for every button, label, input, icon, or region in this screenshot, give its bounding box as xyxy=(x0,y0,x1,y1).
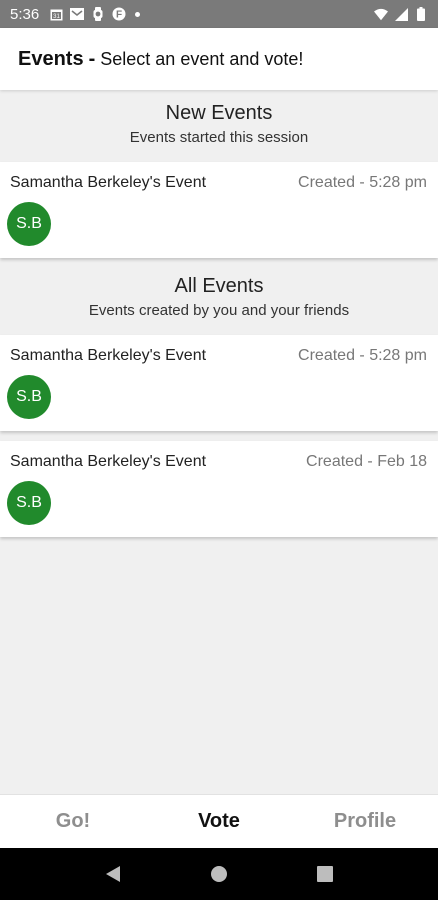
notification-icons: 31 F xyxy=(49,7,141,21)
system-nav-bar xyxy=(0,848,438,900)
creator-avatar: S.B xyxy=(7,375,51,419)
section-subtitle: Events started this session xyxy=(129,129,309,146)
event-created-time: Created - Feb 18 xyxy=(306,453,427,470)
title-separator: - xyxy=(88,47,96,70)
event-card[interactable]: Samantha Berkeley's Event Created - Feb … xyxy=(0,441,438,537)
creator-avatar: S.B xyxy=(7,202,51,246)
battery-icon xyxy=(414,7,428,21)
event-card[interactable]: Samantha Berkeley's Event Created - 5:28… xyxy=(0,335,438,431)
event-created-time: Created - 5:28 pm xyxy=(298,174,427,191)
mail-icon xyxy=(70,7,85,21)
svg-text:31: 31 xyxy=(53,14,60,20)
app-screen: 5:36 31 F Events - Select an event and v… xyxy=(0,0,438,900)
wifi-icon xyxy=(374,7,388,21)
event-name: Samantha Berkeley's Event xyxy=(10,347,207,364)
status-time: 5:36 xyxy=(10,5,40,23)
svg-text:F: F xyxy=(116,10,122,21)
calendar-icon: 31 xyxy=(49,7,63,21)
page-subtitle: Select an event and vote! xyxy=(100,48,304,69)
status-bar: 5:36 31 F xyxy=(0,0,438,28)
section-title: All Events xyxy=(174,275,264,297)
tab-go[interactable]: Go! xyxy=(0,810,146,833)
section-subtitle: Events created by you and your friends xyxy=(88,302,350,319)
all-events-header: All Events Events created by you and you… xyxy=(0,273,438,321)
event-name: Samantha Berkeley's Event xyxy=(10,174,207,191)
page-title: Events xyxy=(18,47,84,70)
section-title: New Events xyxy=(165,102,273,124)
tab-profile[interactable]: Profile xyxy=(292,810,438,833)
event-name: Samantha Berkeley's Event xyxy=(10,453,207,470)
watch-icon xyxy=(91,7,105,21)
creator-avatar: S.B xyxy=(7,481,51,525)
new-events-header: New Events Events started this session xyxy=(0,100,438,148)
home-icon[interactable] xyxy=(207,862,231,886)
tab-vote[interactable]: Vote xyxy=(146,810,292,833)
app-icon: F xyxy=(112,7,126,21)
bottom-nav: Go! Vote Profile xyxy=(0,794,438,848)
back-icon[interactable] xyxy=(101,862,125,886)
event-card[interactable]: Samantha Berkeley's Event Created - 5:28… xyxy=(0,162,438,258)
app-header: Events - Select an event and vote! xyxy=(0,28,438,90)
system-status-icons xyxy=(374,7,428,21)
signal-icon xyxy=(394,7,408,21)
more-notifications-dot-icon xyxy=(135,11,141,17)
recents-icon[interactable] xyxy=(313,862,337,886)
event-created-time: Created - 5:28 pm xyxy=(298,347,427,364)
